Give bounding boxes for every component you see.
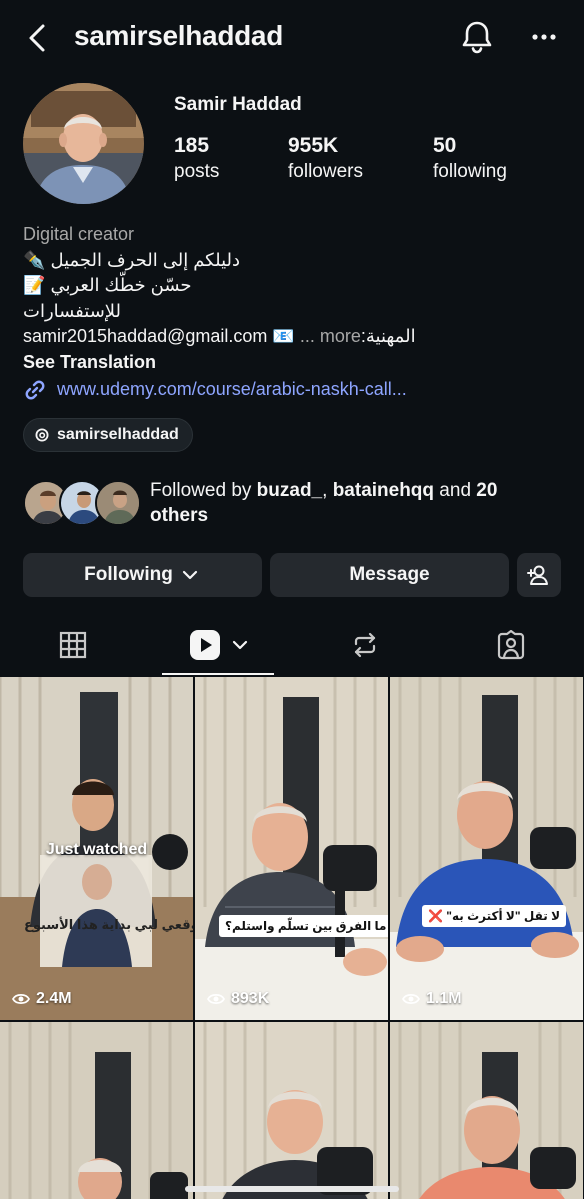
followed-by-text[interactable]: Followed by buzad_, batainehqq and 20 ot… <box>150 478 550 528</box>
profile-category: Digital creator <box>23 224 135 244</box>
reel-thumbnail[interactable]: Just watched توقعي لبي بداية هذا الأسبوع… <box>0 677 193 1020</box>
reel-thumbnail[interactable] <box>195 1022 388 1199</box>
chevron-down-icon <box>182 570 197 580</box>
reel-views: 893K <box>207 990 269 1008</box>
bio-line-4-text: المهنية: <box>360 326 416 346</box>
reel-5-image <box>195 1022 388 1199</box>
pen-emoji-icon: ✒️ <box>23 249 46 270</box>
threads-icon <box>35 428 49 442</box>
chevron-left-icon <box>29 24 45 52</box>
bio-line-3-text: للإستفسارات <box>23 300 122 321</box>
memo-emoji-icon: 📝 <box>23 275 46 295</box>
home-indicator <box>185 1186 399 1192</box>
tab-tagged[interactable] <box>438 615 584 675</box>
more-options-button[interactable] <box>528 22 560 52</box>
reel-views: 2.4M <box>12 990 72 1008</box>
posts-label: posts <box>174 161 220 182</box>
tagged-icon <box>497 630 525 660</box>
suggested-people-button[interactable] <box>517 553 561 597</box>
add-person-icon <box>527 565 548 585</box>
message-button-label: Message <box>349 564 430 585</box>
following-button-label: Following <box>84 564 173 585</box>
reel-views-count: 2.4M <box>36 990 72 1007</box>
bio-line-2: 📝 حسّن خطّك العربي <box>23 273 563 299</box>
bio-line-4: samir2015haddad@gmail.com 📧 ... moreالمه… <box>23 324 563 350</box>
followers-count: 955K <box>288 134 339 157</box>
mutual-user-1: buzad_ <box>256 480 323 501</box>
profile-name: Samir Haddad <box>174 94 302 115</box>
bio-line-3: للإستفسارات <box>23 299 563 325</box>
bio-line-1: ✒️ دليلكم إلى الحرف الجميل <box>23 248 563 274</box>
see-translation-button[interactable]: See Translation <box>23 350 563 376</box>
profile-username: samirselhaddad <box>74 20 283 51</box>
eye-icon <box>402 993 420 1005</box>
ellipsis-icon <box>532 34 556 40</box>
reel-thumbnail[interactable] <box>390 1022 583 1199</box>
following-stat[interactable]: 50 following <box>433 134 507 186</box>
profile-tabs <box>0 615 584 675</box>
following-label: following <box>433 161 507 182</box>
active-tab-indicator <box>162 673 274 675</box>
threads-badge[interactable]: samirselhaddad <box>23 418 193 452</box>
reel-thumbnail[interactable] <box>0 1022 193 1199</box>
top-bar: samirselhaddad <box>0 0 584 76</box>
message-button[interactable]: Message <box>270 553 509 597</box>
followers-stat[interactable]: 955K followers <box>288 134 363 186</box>
mutual-followers-avatars[interactable] <box>23 480 141 526</box>
repost-icon <box>354 632 376 658</box>
reel-2-caption: ما الفرق بين تسلّم واستلم؟ <box>219 915 388 937</box>
chevron-down-icon <box>232 640 248 650</box>
eye-icon <box>12 993 30 1005</box>
reel-6-image <box>390 1022 583 1199</box>
posts-count: 185 <box>174 134 210 157</box>
avatar-photo <box>23 83 144 204</box>
tab-reposts[interactable] <box>292 615 438 675</box>
bio-email[interactable]: samir2015haddad@gmail.com <box>23 326 267 346</box>
profile-link[interactable]: www.udemy.com/course/arabic-naskh-call..… <box>23 377 563 403</box>
followed-by-prefix: Followed by <box>150 480 257 501</box>
reel-thumbnail[interactable]: لا تقل "لا أكترث به" ❌ 1.1M <box>390 677 583 1020</box>
posts-stat[interactable]: 185 posts <box>174 134 219 186</box>
reel-3-image <box>390 677 583 1020</box>
following-button[interactable]: Following <box>23 553 262 597</box>
reels-icon <box>190 630 220 660</box>
mutual-user-2: batainehqq <box>332 480 435 501</box>
reel-2-image <box>195 677 388 1020</box>
back-button[interactable] <box>22 22 54 54</box>
reels-grid: Just watched توقعي لبي بداية هذا الأسبوع… <box>0 677 584 1199</box>
profile-bio: Digital creator ✒️ دليلكم إلى الحرف الجم… <box>23 222 563 403</box>
followed-by-separator: , <box>322 480 333 501</box>
reel-views-count: 893K <box>231 990 270 1007</box>
followed-by-and: and <box>434 480 477 501</box>
followers-label: followers <box>288 161 363 182</box>
reel-4-image <box>0 1022 193 1199</box>
reel-3-caption: لا تقل "لا أكترث به" ❌ <box>422 905 567 927</box>
reel-1-caption: توقعي لبي بداية هذا الأسبوع <box>24 917 193 932</box>
envelope-emoji-icon: 📧 <box>272 326 295 346</box>
bio-line-1-text: دليلكم إلى الحرف الجميل <box>50 249 241 270</box>
eye-icon <box>207 993 225 1005</box>
link-icon <box>25 380 45 400</box>
reel-views: 1.1M <box>402 990 462 1008</box>
mutual-avatar-3 <box>95 480 141 526</box>
grid-icon <box>59 631 87 659</box>
bio-more-button[interactable]: ... more <box>300 326 361 346</box>
just-watched-badge: Just watched <box>45 841 148 858</box>
following-count: 50 <box>433 134 457 157</box>
reel-views-count: 1.1M <box>426 990 462 1007</box>
tab-posts-grid[interactable] <box>0 615 146 675</box>
notifications-button[interactable] <box>460 19 494 55</box>
profile-avatar[interactable] <box>23 83 144 204</box>
bell-icon <box>462 21 492 54</box>
bio-line-2-text: حسّن خطّك العربي <box>50 275 192 295</box>
tab-reels[interactable] <box>146 615 292 675</box>
reel-thumbnail[interactable]: ما الفرق بين تسلّم واستلم؟ 893K <box>195 677 388 1020</box>
profile-link-text: www.udemy.com/course/arabic-naskh-call..… <box>57 379 407 399</box>
threads-handle: samirselhaddad <box>57 426 179 443</box>
